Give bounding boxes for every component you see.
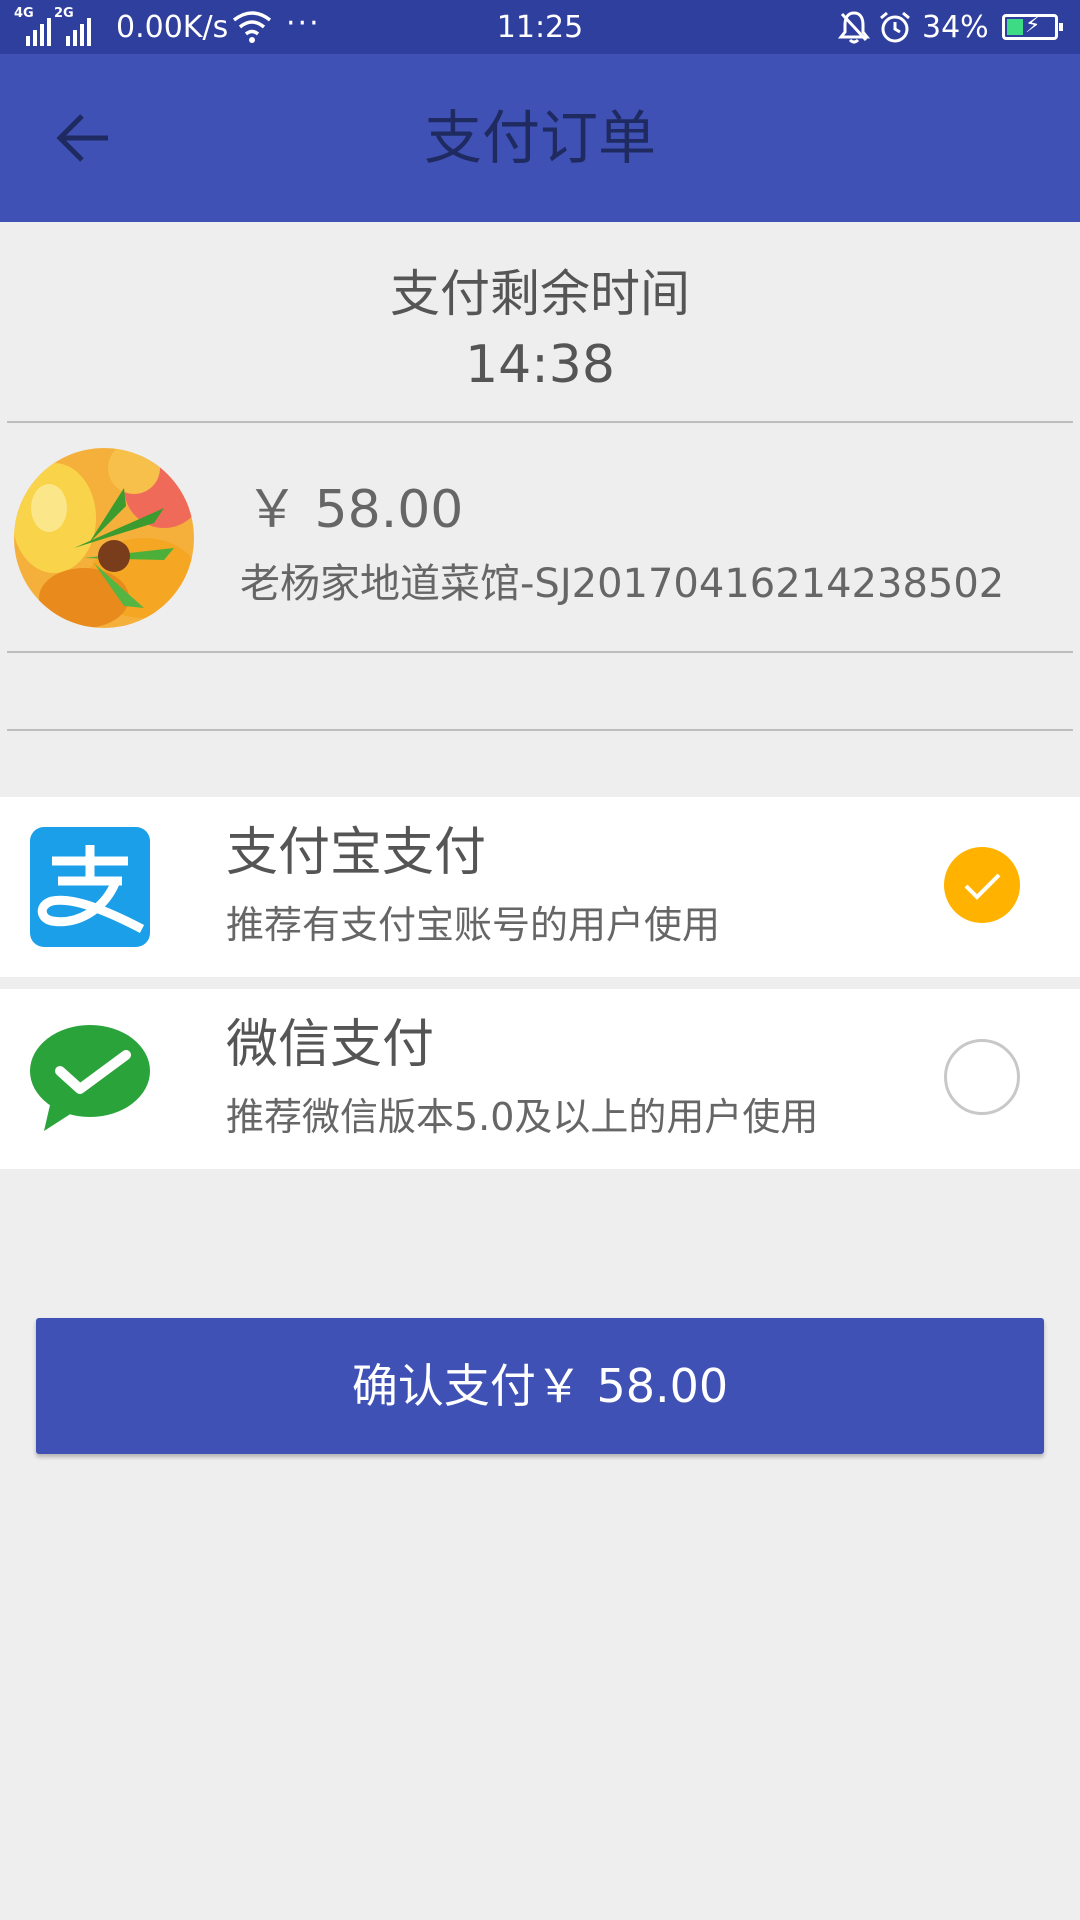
bell-off-icon (837, 10, 871, 48)
radio-selected[interactable] (944, 847, 1020, 923)
alipay-icon (30, 827, 150, 947)
payment-option-name: 微信支付 (226, 1015, 435, 1075)
check-icon (964, 873, 1001, 900)
app-bar: 支付订单 (0, 54, 1080, 222)
divider (7, 651, 1073, 653)
confirm-pay-button[interactable]: 确认支付￥ 58.00 (36, 1318, 1044, 1454)
battery-charging-icon: ⚡ (1002, 13, 1063, 40)
divider (7, 421, 1073, 423)
merchant-order-number: 老杨家地道菜馆-SJ20170416214238502 (240, 561, 1005, 607)
clock: 11:25 (496, 10, 584, 45)
divider (7, 729, 1073, 731)
timer-value: 14:38 (465, 335, 615, 395)
payment-option-desc: 推荐微信版本5.0及以上的用户使用 (226, 1095, 819, 1139)
wechat-icon (30, 1019, 150, 1139)
order-info: ￥ 58.00 老杨家地道菜馆-SJ20170416214238502 (0, 424, 1080, 652)
order-price: ￥ 58.00 (246, 480, 464, 540)
radio-unselected[interactable] (944, 1039, 1020, 1115)
page-title: 支付订单 (423, 104, 656, 172)
payment-option-name: 支付宝支付 (226, 823, 487, 883)
battery-percent: 34% (922, 10, 989, 45)
timer-label: 支付剩余时间 (390, 265, 690, 323)
payment-option-alipay[interactable]: 支付宝支付 推荐有支付宝账号的用户使用 (0, 797, 1080, 977)
payment-timer: 支付剩余时间 14:38 (0, 222, 1080, 422)
status-bar: 4G 2G 0.00K/s ··· 11:25 34% ⚡ (0, 0, 1080, 54)
fruit-avatar (14, 448, 194, 628)
payment-option-desc: 推荐有支付宝账号的用户使用 (226, 903, 721, 947)
payment-option-wechat[interactable]: 微信支付 推荐微信版本5.0及以上的用户使用 (0, 989, 1080, 1169)
alarm-icon (878, 10, 912, 48)
